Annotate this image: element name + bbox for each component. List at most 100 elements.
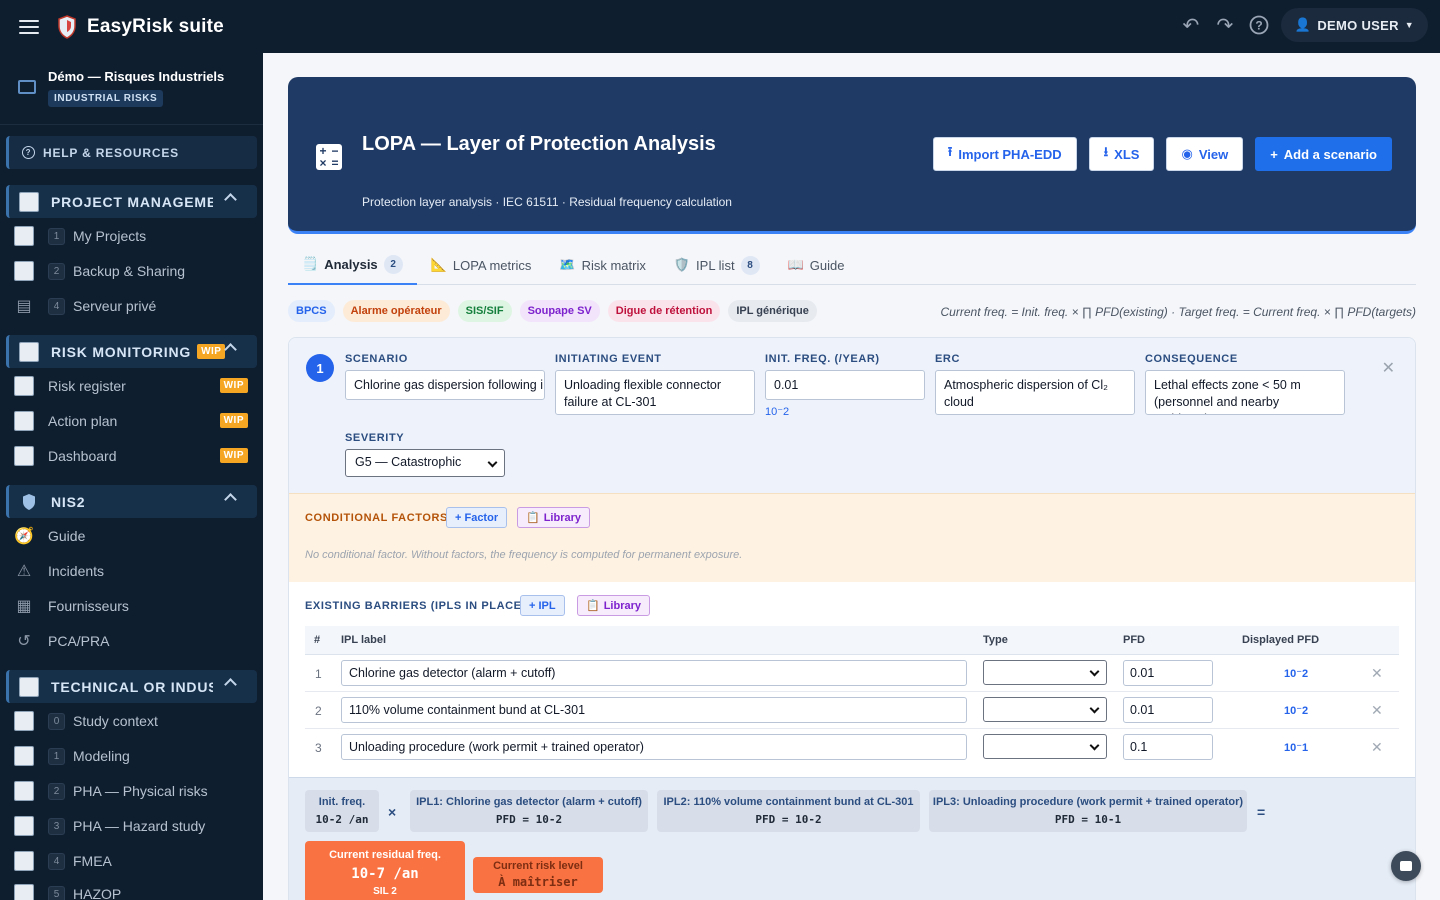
user-menu-button[interactable]: 👤 DEMO USER ▼ <box>1280 8 1428 42</box>
sidebar-item-study-context[interactable]: 0 Study context <box>14 708 254 734</box>
ipl-label-input[interactable]: Unloading procedure (work permit + train… <box>341 734 967 760</box>
section-technical-industrial[interactable]: TECHNICAL OR INDUSTI <box>6 670 257 703</box>
ipl-box: IPL2: 110% volume containment bund at CL… <box>657 790 920 832</box>
sidebar-item-modeling[interactable]: 1 Modeling <box>14 743 254 769</box>
ipl-type-select[interactable] <box>983 660 1107 685</box>
item-number: 0 <box>48 712 65 730</box>
ipl-box: IPL1: Chlorine gas detector (alarm + cut… <box>410 790 648 832</box>
box-title: IPL2: 110% volume containment bund at CL… <box>663 796 914 808</box>
section-project-management[interactable]: PROJECT MANAGEMEN <box>6 185 257 218</box>
ipl-type-select[interactable] <box>983 697 1107 722</box>
sidebar-item-risk-register[interactable]: Risk register WIP <box>14 373 254 399</box>
project-tag: INDUSTRIAL RISKS <box>48 90 164 107</box>
shield-icon: 🛡️ <box>673 257 691 272</box>
sidebar-item-pca-pra[interactable]: ↺ PCA/PRA <box>14 628 254 654</box>
remove-row-icon[interactable]: ✕ <box>1371 739 1383 756</box>
ipl-label-input[interactable]: Chlorine gas detector (alarm + cutoff) <box>341 660 967 686</box>
sidebar-item-backup-sharing[interactable]: 2 Backup & Sharing <box>14 258 254 284</box>
add-factor-button[interactable]: + Factor <box>446 507 508 528</box>
initiating-event-label: INITIATING EVENT <box>555 353 662 365</box>
ipl-library-button[interactable]: 📋 Library <box>577 595 650 616</box>
box-value: PFD = 10-1 <box>1054 813 1122 826</box>
item-number: 2 <box>48 262 65 280</box>
pfd-input[interactable]: 0.01 <box>1123 660 1213 686</box>
tab-lopa-metrics[interactable]: 📐 LOPA metrics <box>417 245 546 285</box>
initiating-event-input[interactable]: Unloading flexible connector failure at … <box>555 370 755 415</box>
sidebar-item-pha-hazard[interactable]: 3 PHA — Hazard study <box>14 813 254 839</box>
item-label: Incidents <box>48 563 105 579</box>
col-displayed-pfd: Displayed PFD <box>1242 634 1320 646</box>
consequence-label: CONSEQUENCE <box>1145 353 1238 365</box>
chevron-up-icon <box>224 193 237 206</box>
sidebar-item-pha-physical[interactable]: 2 PHA — Physical risks <box>14 778 254 804</box>
sidebar-item-private-server[interactable]: ▤ 4 Serveur privé <box>14 293 254 319</box>
current-project[interactable]: Démo — Risques Industriels INDUSTRIAL RI… <box>0 53 263 125</box>
add-ipl-button[interactable]: + IPL <box>520 595 565 616</box>
item-label: FMEA <box>73 853 112 869</box>
times-operator: × <box>388 804 397 820</box>
factor-library-button[interactable]: 📋 Library <box>517 507 590 528</box>
chevron-down-icon <box>1089 703 1100 714</box>
add-scenario-button[interactable]: + Add a scenario <box>1255 137 1392 171</box>
import-pha-button[interactable]: ⭱ Import PHA-EDD <box>932 137 1077 171</box>
server-icon: ▤ <box>16 298 32 315</box>
main-content: + − × = LOPA — Layer of Protection Analysis… <box>263 53 1440 900</box>
help-resources-button[interactable]: ? HELP & RESOURCES <box>6 136 257 169</box>
scenario-number: 1 <box>306 354 334 382</box>
remove-row-icon[interactable]: ✕ <box>1371 702 1383 719</box>
tab-ipl-list[interactable]: 🛡️ IPL list 8 <box>660 245 774 285</box>
severity-value: G5 — Catastrophic <box>355 455 462 469</box>
section-risk-monitoring[interactable]: RISK MONITORING WIP <box>6 335 257 368</box>
sidebar-item-action-plan[interactable]: Action plan WIP <box>14 408 254 434</box>
sidebar-item-dashboard[interactable]: Dashboard WIP <box>14 443 254 469</box>
sidebar-item-fmea[interactable]: 4 FMEA <box>14 848 254 874</box>
pfd-input[interactable]: 0.01 <box>1123 697 1213 723</box>
tab-label: Guide <box>809 257 845 273</box>
wip-badge: WIP <box>219 378 248 393</box>
ipl-type-chip: IPL générique <box>728 300 817 322</box>
severity-select[interactable]: G5 — Catastrophic <box>345 449 505 477</box>
pfd-input[interactable]: 0.1 <box>1123 734 1213 760</box>
section-nis2[interactable]: NIS2 <box>6 485 257 518</box>
ipl-box: IPL3: Unloading procedure (work permit +… <box>929 790 1247 832</box>
help-icon[interactable]: ? <box>1247 13 1271 37</box>
consequence-input[interactable]: Lethal effects zone < 50 m (personnel an… <box>1145 370 1345 415</box>
sidebar-item-my-projects[interactable]: 1 My Projects <box>14 223 254 249</box>
tab-label: IPL list <box>696 257 735 273</box>
redo-icon[interactable]: ↷ <box>1213 13 1237 37</box>
scenario-input[interactable]: Chlorine gas dispersion following i <box>345 370 545 400</box>
feedback-button[interactable] <box>1391 851 1421 881</box>
item-label: Modeling <box>73 748 130 764</box>
remove-scenario-icon[interactable]: ✕ <box>1382 358 1395 378</box>
image-icon <box>14 746 34 766</box>
item-label: PHA — Physical risks <box>73 783 208 799</box>
sidebar-item-incidents[interactable]: ⚠ Incidents <box>14 558 254 584</box>
displayed-pfd: 10⁻2 <box>1284 705 1309 717</box>
tab-analysis[interactable]: 🗒️ Analysis 2 <box>288 245 417 285</box>
remove-row-icon[interactable]: ✕ <box>1371 665 1383 682</box>
clipboard-icon: 📋 <box>586 600 600 612</box>
init-freq-input[interactable]: 0.01 <box>765 370 925 400</box>
erc-input[interactable]: Atmospheric dispersion of Cl₂ cloud <box>935 370 1135 415</box>
menu-icon[interactable] <box>19 19 39 34</box>
view-button[interactable]: ◉ View <box>1166 137 1244 171</box>
row-number: 2 <box>315 704 322 718</box>
frequency-calculation: Init. freq. 10-2 /an × IPL1: Chlorine ga… <box>289 777 1415 900</box>
eye-icon: ◉ <box>1181 146 1193 161</box>
tab-guide[interactable]: 📖 Guide <box>774 245 859 285</box>
undo-icon[interactable]: ↶ <box>1179 13 1203 37</box>
sidebar-item-guide[interactable]: 🧭 Guide <box>14 523 254 549</box>
tab-risk-matrix[interactable]: 🗺️ Risk matrix <box>545 245 659 285</box>
ipl-label-input[interactable]: 110% volume containment bund at CL-301 <box>341 697 967 723</box>
residual-value: 10-7 /an <box>351 866 419 882</box>
item-number: 1 <box>48 227 65 245</box>
sidebar-item-suppliers[interactable]: ▦ Fournisseurs <box>14 593 254 619</box>
section-title: PROJECT MANAGEMEN <box>51 193 213 210</box>
sidebar-item-hazop[interactable]: 5 HAZOP <box>14 881 254 900</box>
ipl-type-select[interactable] <box>983 734 1107 759</box>
box-title: Init. freq. <box>318 796 366 808</box>
item-label: Serveur privé <box>73 298 157 314</box>
export-xls-button[interactable]: ⭳ XLS <box>1088 137 1155 171</box>
scenario-card: 1 SCENARIO Chlorine gas dispersion follo… <box>288 337 1416 900</box>
chevron-down-icon <box>487 457 498 468</box>
